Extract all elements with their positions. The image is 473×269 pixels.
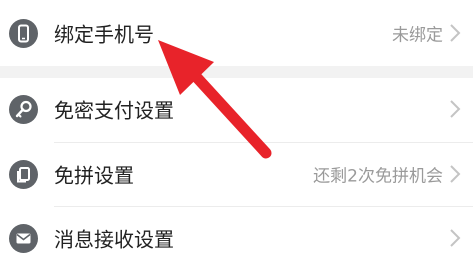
chevron-right-icon bbox=[449, 164, 461, 184]
settings-row-group-free[interactable]: 免拼设置 还剩2次免拼机会 bbox=[0, 143, 473, 205]
bind-phone-label: 绑定手机号 bbox=[54, 22, 154, 47]
settings-row-message-receiving[interactable]: 消息接收设置 bbox=[0, 207, 473, 269]
password-free-payment-label: 免密支付设置 bbox=[54, 98, 174, 123]
copy-icon bbox=[9, 159, 38, 189]
mail-icon bbox=[9, 223, 38, 253]
group-free-label: 免拼设置 bbox=[54, 163, 134, 188]
settings-row-password-free-payment[interactable]: 免密支付设置 bbox=[0, 78, 473, 140]
chevron-right-icon bbox=[449, 99, 461, 119]
chevron-right-icon bbox=[449, 228, 461, 248]
bind-phone-status: 未绑定 bbox=[392, 25, 443, 46]
settings-page: 绑定手机号 未绑定 免密支付设置 免拼设置 还剩2次免拼机会 消息接收设置 bbox=[0, 0, 473, 269]
settings-row-bind-phone[interactable]: 绑定手机号 未绑定 bbox=[0, 2, 473, 64]
phone-icon bbox=[9, 18, 38, 48]
group-free-remaining: 还剩2次免拼机会 bbox=[313, 166, 443, 187]
key-icon bbox=[9, 94, 38, 124]
message-receiving-label: 消息接收设置 bbox=[54, 227, 174, 252]
chevron-right-icon bbox=[449, 23, 461, 43]
section-divider bbox=[0, 66, 473, 78]
